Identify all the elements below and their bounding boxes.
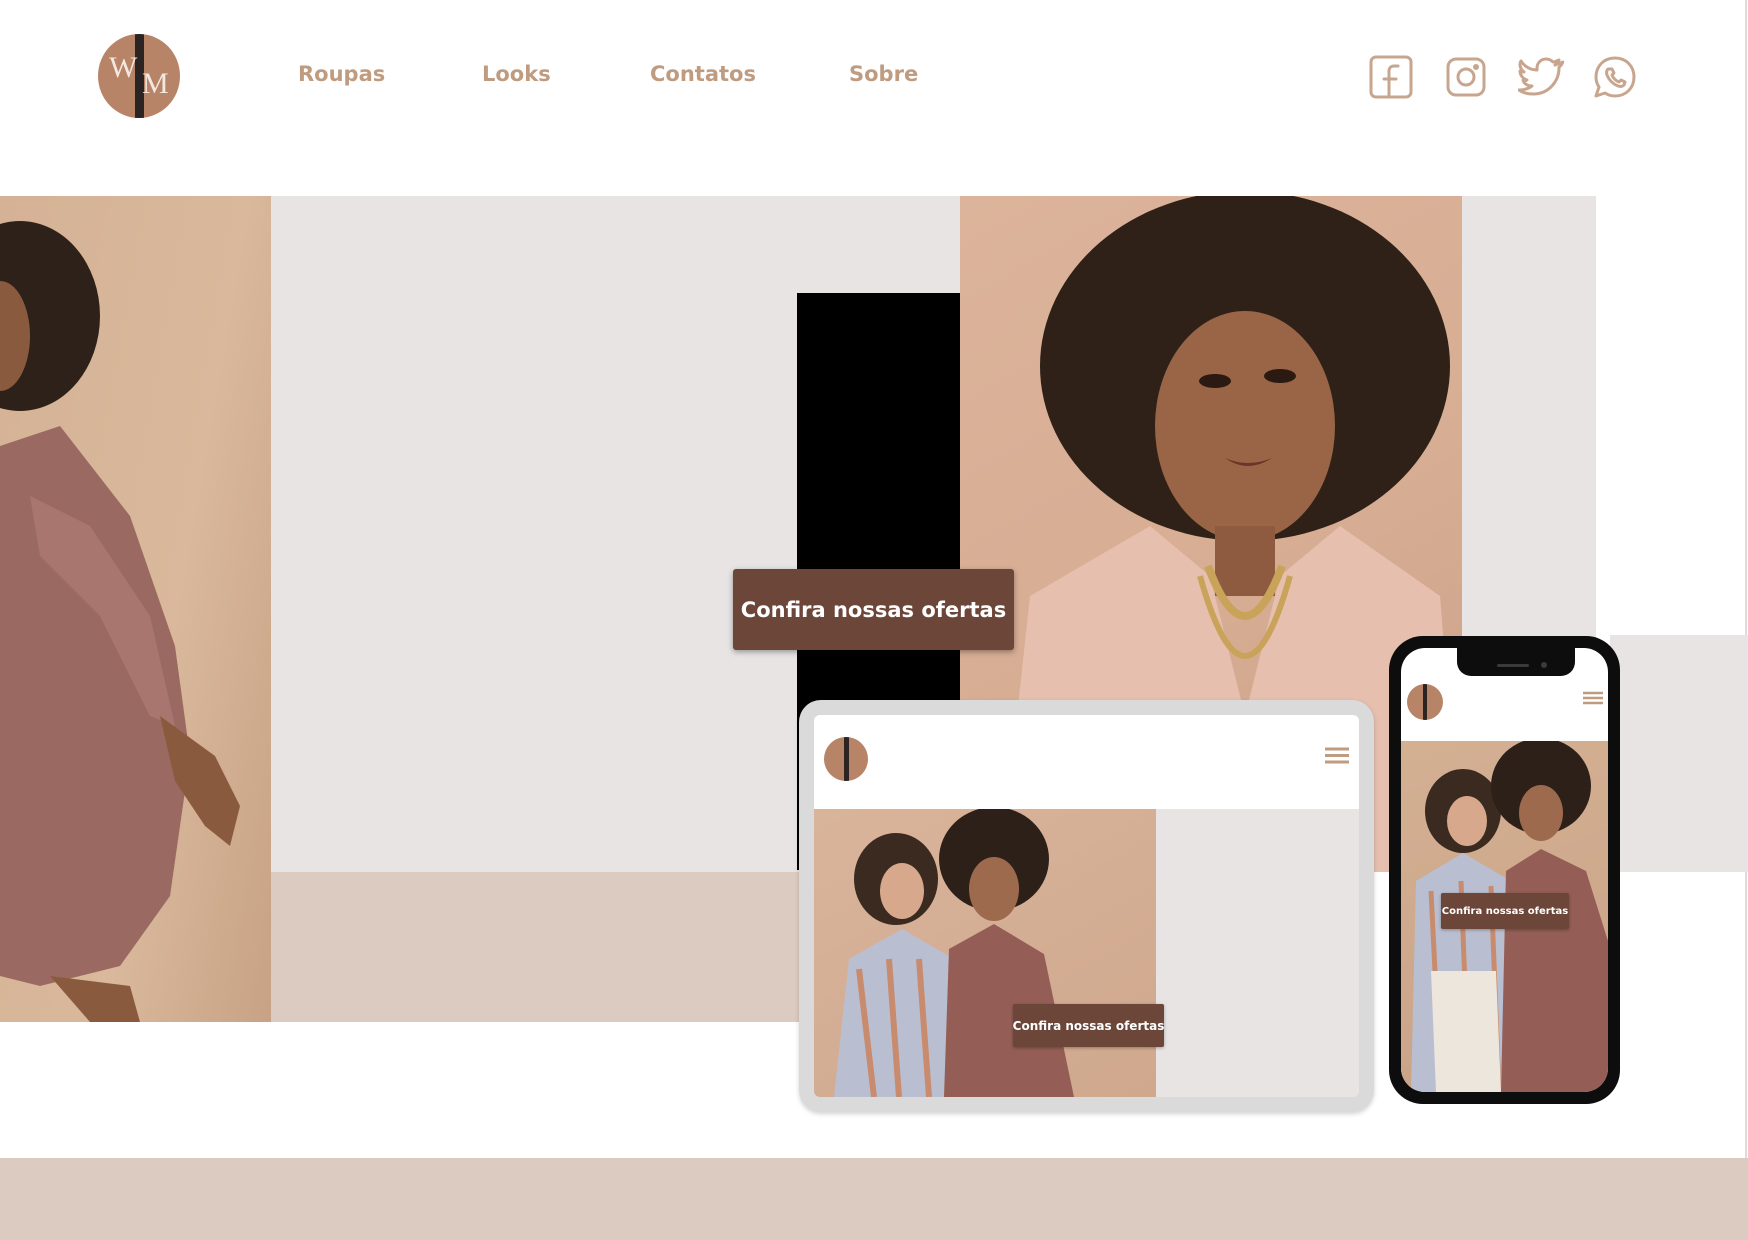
whatsapp-icon[interactable] <box>1592 54 1638 100</box>
hero-photo-left <box>0 196 271 1022</box>
phone-notch <box>1457 648 1575 676</box>
footer-band <box>0 1158 1748 1240</box>
logo-letter-m: M <box>142 67 169 100</box>
frame-edge-line <box>1745 0 1747 1158</box>
tablet-hero-photo <box>814 809 1156 1097</box>
tablet-brand-logo[interactable] <box>824 737 868 781</box>
nav-item-sobre[interactable]: Sobre <box>849 62 918 86</box>
tablet-mockup <box>799 700 1374 1112</box>
phone-speaker <box>1497 664 1529 667</box>
phone-camera <box>1541 662 1547 668</box>
logo-letter-w: W <box>109 51 138 84</box>
nav-item-roupas[interactable]: Roupas <box>298 62 385 86</box>
facebook-icon[interactable] <box>1368 54 1414 100</box>
nav-item-looks[interactable]: Looks <box>482 62 551 86</box>
tablet-logo-bar <box>844 737 849 781</box>
hamburger-icon[interactable] <box>1583 691 1603 705</box>
phone-cta-button[interactable]: Confira nossas ofertas <box>1441 893 1569 929</box>
instagram-icon[interactable] <box>1443 54 1489 100</box>
hero-cta-button[interactable]: Confira nossas ofertas <box>733 569 1014 650</box>
twitter-icon[interactable] <box>1517 54 1565 100</box>
phone-logo-bar <box>1423 684 1427 720</box>
phone-mockup <box>1389 636 1620 1104</box>
brand-logo[interactable]: W M <box>98 34 180 118</box>
nav-item-contatos[interactable]: Contatos <box>650 62 756 86</box>
hamburger-icon[interactable] <box>1325 747 1349 764</box>
tablet-cta-button[interactable]: Confira nossas ofertas <box>1013 1004 1164 1047</box>
phone-brand-logo[interactable] <box>1407 684 1443 720</box>
tablet-header <box>814 715 1359 809</box>
hero-grey-extension <box>1610 635 1748 872</box>
phone-screen <box>1401 648 1608 1092</box>
